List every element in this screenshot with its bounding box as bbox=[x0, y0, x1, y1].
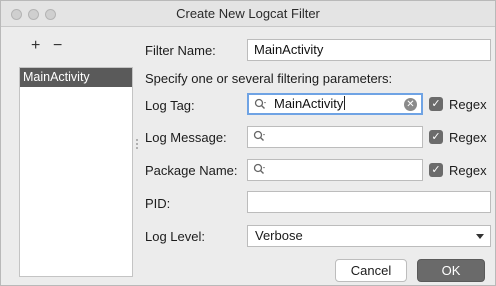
filter-name-label: Filter Name: bbox=[145, 43, 216, 58]
split-grip-icon[interactable] bbox=[136, 139, 139, 151]
cancel-button[interactable]: Cancel bbox=[335, 259, 407, 282]
log-tag-regex-label: Regex bbox=[449, 97, 487, 112]
search-icon bbox=[254, 98, 266, 109]
pid-label: PID: bbox=[145, 196, 171, 211]
window-title: Create New Logcat Filter bbox=[176, 6, 320, 21]
log-level-label: Log Level: bbox=[145, 229, 205, 244]
log-message-regex-label: Regex bbox=[449, 130, 487, 145]
log-message-label: Log Message: bbox=[145, 130, 227, 145]
log-tag-regex-checkbox[interactable]: ✓ bbox=[429, 97, 443, 111]
check-icon: ✓ bbox=[431, 98, 441, 110]
chevron-down-icon bbox=[476, 234, 484, 239]
package-name-label: Package Name: bbox=[145, 163, 238, 178]
params-hint: Specify one or several filtering paramet… bbox=[145, 71, 393, 86]
check-icon: ✓ bbox=[431, 164, 441, 176]
log-tag-value: MainActivity bbox=[274, 96, 344, 111]
log-message-input[interactable] bbox=[247, 126, 423, 148]
ok-button[interactable]: OK bbox=[417, 259, 485, 282]
log-message-regex-checkbox[interactable]: ✓ bbox=[429, 130, 443, 144]
dialog-window: Create New Logcat Filter + − MainActivit… bbox=[0, 0, 496, 286]
package-name-input[interactable] bbox=[247, 159, 423, 181]
log-tag-label: Log Tag: bbox=[145, 98, 195, 113]
remove-filter-button[interactable]: − bbox=[53, 37, 62, 55]
log-tag-input[interactable]: MainActivity ✕ bbox=[247, 93, 423, 115]
package-name-regex-label: Regex bbox=[449, 163, 487, 178]
pid-input[interactable] bbox=[247, 191, 491, 213]
add-filter-button[interactable]: + bbox=[31, 37, 40, 55]
log-level-value: Verbose bbox=[255, 228, 303, 243]
filter-list[interactable]: MainActivity bbox=[19, 67, 133, 277]
filter-list-item[interactable]: MainActivity bbox=[20, 68, 132, 87]
filter-name-value: MainActivity bbox=[254, 42, 324, 57]
clear-icon[interactable]: ✕ bbox=[404, 98, 417, 111]
search-icon bbox=[253, 163, 265, 174]
log-level-select[interactable]: Verbose bbox=[247, 225, 491, 247]
search-icon bbox=[253, 130, 265, 141]
package-name-regex-checkbox[interactable]: ✓ bbox=[429, 163, 443, 177]
title-bar: Create New Logcat Filter bbox=[1, 1, 495, 27]
check-icon: ✓ bbox=[431, 131, 441, 143]
filter-name-input[interactable]: MainActivity bbox=[247, 39, 491, 61]
